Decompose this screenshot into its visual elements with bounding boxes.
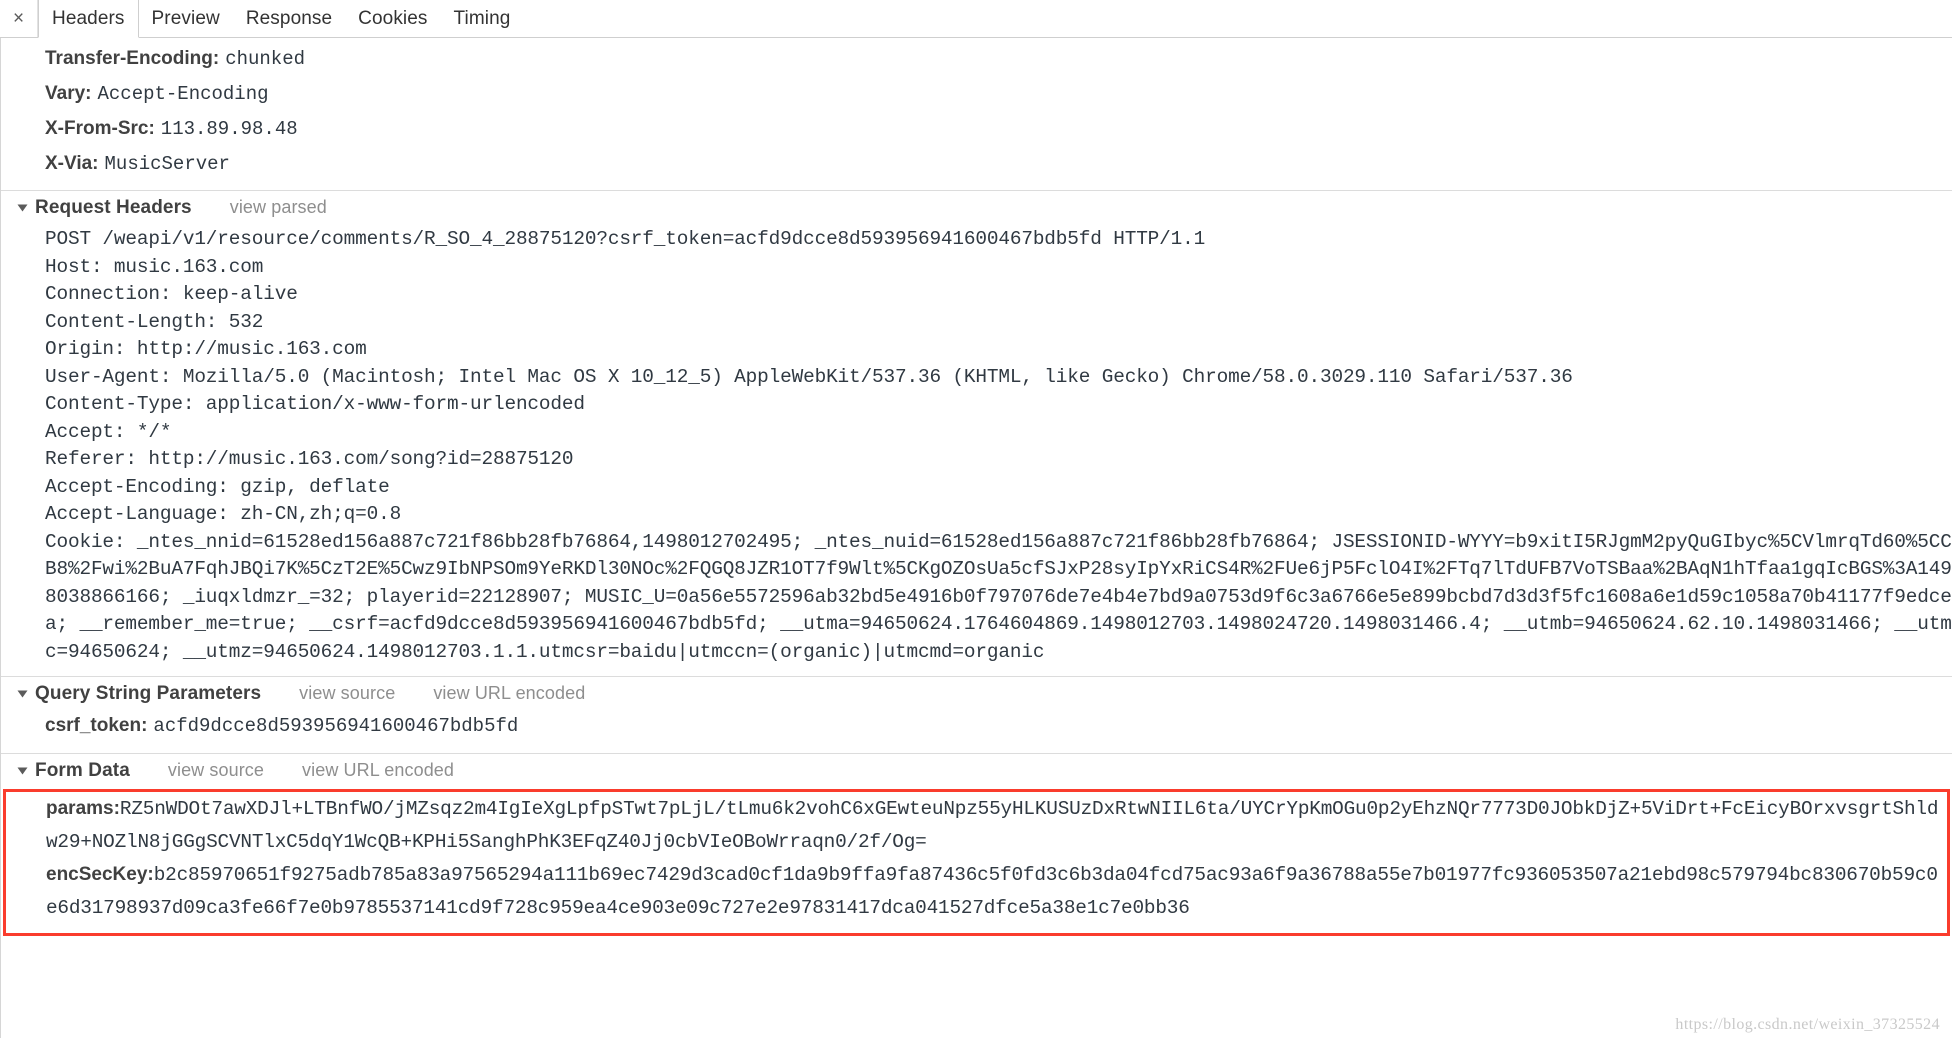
section-title: Form Data xyxy=(35,759,130,781)
header-name: Transfer-Encoding: xyxy=(45,48,220,69)
section-query-string-parameters: Query String Parameters view source view… xyxy=(1,676,1952,747)
response-headers-tail: Transfer-Encoding: chunked Vary: Accept-En… xyxy=(1,38,1952,184)
headers-panel: Transfer-Encoding: chunked Vary: Accept-En… xyxy=(0,38,1952,1038)
tab-timing[interactable]: Timing xyxy=(441,0,524,37)
query-string-header[interactable]: Query String Parameters view source view… xyxy=(1,677,1952,710)
query-param-value: acfd9dcce8d593956941600467bdb5fd xyxy=(153,715,519,737)
request-headers-raw: POST /weapi/v1/resource/comments/R_SO_4_… xyxy=(45,228,1952,663)
header-row: X-From-Src: 113.89.98.48 xyxy=(1,114,1952,149)
form-data-param-name: params: xyxy=(46,798,120,819)
section-request-headers: Request Headers view parsed POST /weapi/… xyxy=(1,190,1952,670)
view-url-encoded-link[interactable]: view URL encoded xyxy=(302,760,454,781)
query-param-name: csrf_token: xyxy=(45,715,148,736)
header-value: chunked xyxy=(225,48,306,70)
tab-preview[interactable]: Preview xyxy=(139,0,233,37)
section-title: Request Headers xyxy=(35,196,192,218)
view-source-link[interactable]: view source xyxy=(299,683,395,704)
header-name: Vary: xyxy=(45,83,92,104)
watermark-text: https://blog.csdn.net/weixin_37325524 xyxy=(1675,1016,1940,1033)
section-title: Query String Parameters xyxy=(35,682,262,704)
tab-response[interactable]: Response xyxy=(233,0,345,37)
query-param-row: csrf_token: acfd9dcce8d593956941600467bdb… xyxy=(1,710,1952,747)
view-parsed-link[interactable]: view parsed xyxy=(230,197,327,218)
devtools-tabbar: × Headers Preview Response Cookies Timin… xyxy=(0,0,1952,38)
chevron-down-icon[interactable] xyxy=(17,204,28,211)
header-value: Accept-Encoding xyxy=(97,83,269,105)
tab-headers[interactable]: Headers xyxy=(38,0,139,38)
header-name: X-Via: xyxy=(45,153,99,174)
chevron-down-icon[interactable] xyxy=(17,767,28,774)
form-data-param-name: encSecKey: xyxy=(46,864,154,885)
header-value: 113.89.98.48 xyxy=(160,118,298,140)
form-data-highlight-box: params:RZ5nWDOt7awXDJl+LTBnfWO/jMZsqz2m4… xyxy=(3,789,1950,936)
form-data-param-value: RZ5nWDOt7awXDJl+LTBnfWO/jMZsqz2m4IgIeXgL… xyxy=(46,798,1939,853)
form-data-header[interactable]: Form Data view source view URL encoded xyxy=(1,754,1952,787)
form-data-row-encseckey: encSecKey:b2c85970651f9275adb785a83a9756… xyxy=(6,861,1947,927)
chevron-down-icon[interactable] xyxy=(17,690,28,697)
header-row: X-Via: MusicServer xyxy=(1,149,1952,184)
header-row: Transfer-Encoding: chunked xyxy=(1,44,1952,79)
header-value: MusicServer xyxy=(104,153,230,175)
request-headers-header[interactable]: Request Headers view parsed xyxy=(1,191,1952,224)
view-url-encoded-link[interactable]: view URL encoded xyxy=(433,683,585,704)
view-source-link[interactable]: view source xyxy=(168,760,264,781)
form-data-param-value: b2c85970651f9275adb785a83a97565294a111b6… xyxy=(46,864,1938,919)
form-data-row-params: params:RZ5nWDOt7awXDJl+LTBnfWO/jMZsqz2m4… xyxy=(6,795,1947,861)
tab-cookies[interactable]: Cookies xyxy=(345,0,440,37)
header-name: X-From-Src: xyxy=(45,118,155,139)
header-row: Vary: Accept-Encoding xyxy=(1,79,1952,114)
section-form-data: Form Data view source view URL encoded p… xyxy=(1,753,1952,936)
close-icon[interactable]: × xyxy=(0,0,38,37)
